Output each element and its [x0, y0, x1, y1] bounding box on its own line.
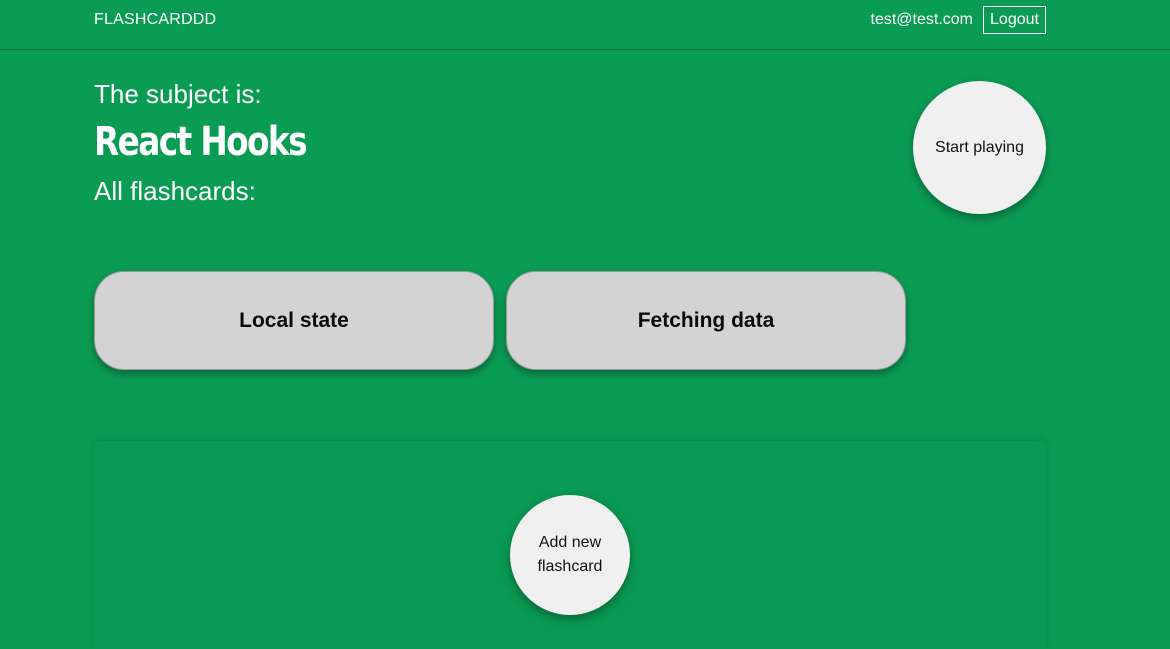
- brand-link[interactable]: FLASHCARDDD: [94, 10, 216, 30]
- start-playing-button[interactable]: Start playing: [913, 81, 1046, 214]
- flashcard-list: Local state Fetching data: [94, 271, 906, 370]
- flashcard-fetching-data[interactable]: Fetching data: [506, 271, 906, 370]
- subject-title: React Hooks: [94, 119, 308, 165]
- top-navbar: FLASHCARDDD test@test.com Logout: [0, 0, 1170, 50]
- subject-intro: The subject is:: [94, 79, 262, 109]
- add-flashcard-button[interactable]: Add new flashcard: [510, 495, 630, 615]
- user-email: test@test.com: [870, 11, 974, 28]
- flashcard-local-state[interactable]: Local state: [94, 271, 494, 370]
- all-flashcards-label: All flashcards:: [94, 176, 256, 206]
- logout-button[interactable]: Logout: [983, 6, 1046, 34]
